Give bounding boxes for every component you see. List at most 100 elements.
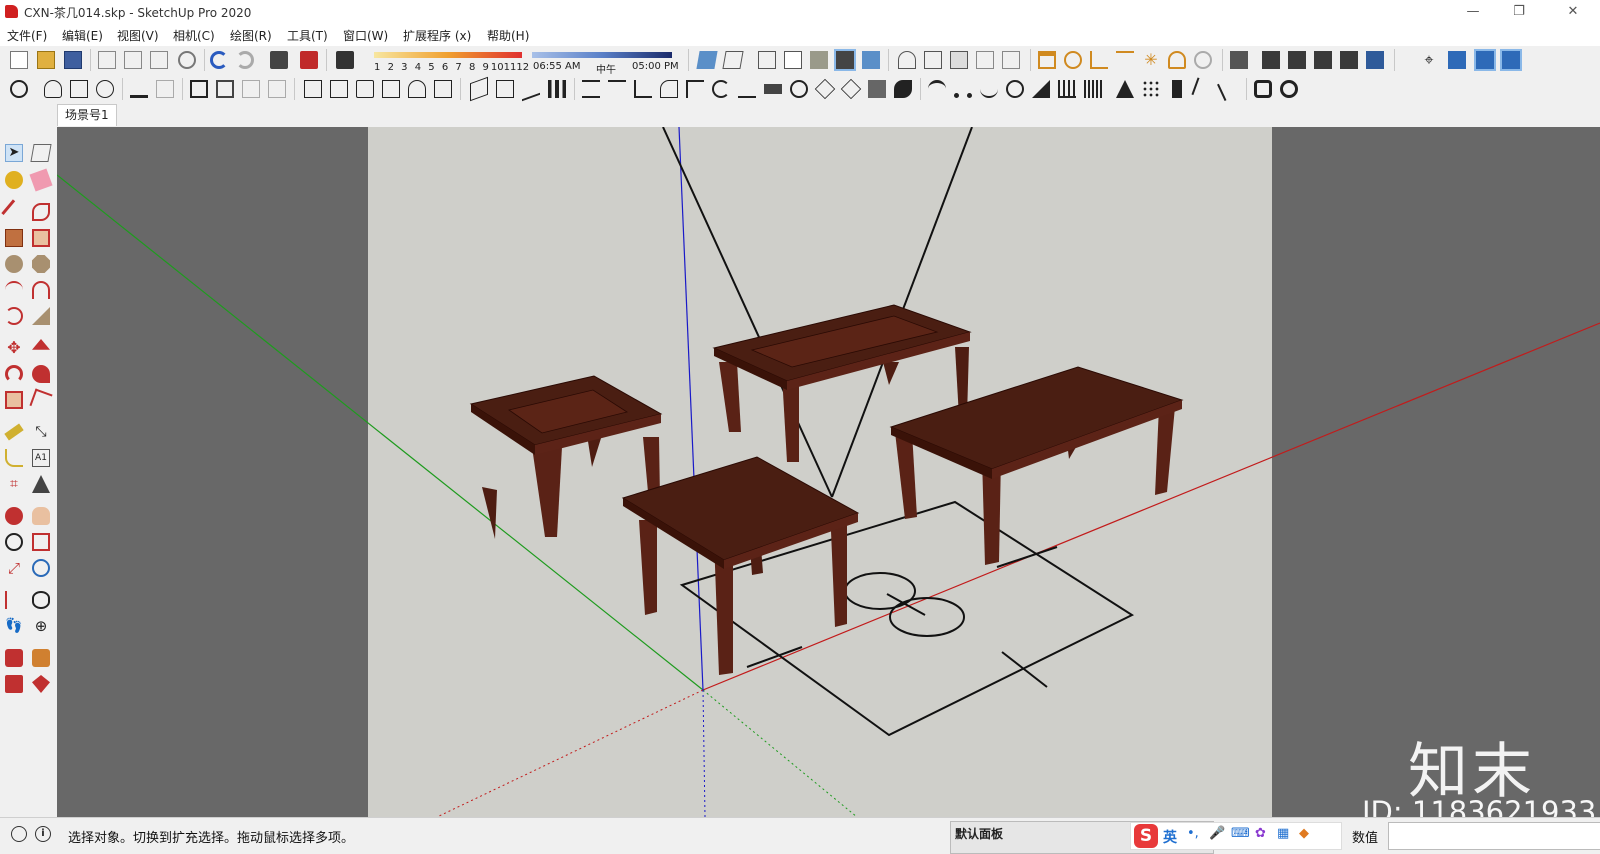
new-file-icon[interactable] bbox=[10, 51, 28, 69]
two-point-arc-icon[interactable] bbox=[32, 281, 50, 299]
minimize-button[interactable]: — bbox=[1450, 0, 1496, 24]
teapot-icon[interactable] bbox=[44, 80, 62, 98]
book-icon[interactable] bbox=[330, 80, 348, 98]
diamond-stack-icon[interactable] bbox=[840, 78, 862, 100]
pie-icon[interactable] bbox=[32, 307, 50, 325]
maximize-button[interactable]: ❐ bbox=[1496, 0, 1542, 24]
cloud-icon[interactable] bbox=[96, 80, 114, 98]
comb-icon[interactable] bbox=[1058, 80, 1076, 98]
geolocation-icon[interactable] bbox=[11, 826, 27, 842]
zoom-window-icon[interactable] bbox=[32, 533, 50, 551]
eraser-icon[interactable] bbox=[29, 168, 53, 192]
align-icon[interactable] bbox=[582, 80, 600, 98]
stair-icon[interactable] bbox=[470, 76, 488, 102]
copy-icon[interactable] bbox=[124, 51, 142, 69]
redo-icon[interactable] bbox=[236, 51, 254, 69]
menu-camera[interactable]: 相机(C) bbox=[173, 27, 215, 44]
dimension-tool-icon[interactable]: ⤡ bbox=[32, 423, 50, 441]
erase-icon[interactable] bbox=[178, 51, 196, 69]
sandbox-from-scratch-icon[interactable] bbox=[924, 51, 942, 69]
rectangle-icon[interactable] bbox=[5, 229, 23, 247]
hand-icon[interactable] bbox=[70, 80, 88, 98]
opening-icon[interactable] bbox=[242, 80, 260, 98]
arc-icon[interactable] bbox=[5, 281, 23, 299]
diamond-icon[interactable] bbox=[814, 78, 836, 100]
menu-tools[interactable]: 工具(T) bbox=[287, 27, 328, 44]
look-around-icon[interactable] bbox=[32, 591, 50, 609]
freehand-icon[interactable] bbox=[32, 203, 50, 221]
xray-style-icon[interactable] bbox=[696, 51, 718, 69]
iso-view-icon[interactable] bbox=[1262, 51, 1280, 69]
scale-tool-icon[interactable] bbox=[5, 391, 23, 409]
ime-language-toggle[interactable]: 英 bbox=[1163, 827, 1177, 847]
polygon-icon[interactable] bbox=[32, 255, 50, 273]
line-split-icon[interactable] bbox=[608, 80, 626, 98]
pan-icon[interactable] bbox=[32, 507, 50, 525]
shadow-month-slider[interactable] bbox=[374, 52, 522, 58]
warehouse-icon[interactable] bbox=[1168, 51, 1186, 69]
circle-tool-icon[interactable] bbox=[1064, 51, 1082, 69]
ceiling-icon[interactable] bbox=[156, 80, 174, 98]
floor-icon[interactable] bbox=[130, 80, 148, 98]
monochrome-icon[interactable] bbox=[862, 51, 880, 69]
menu-extensions[interactable]: 扩展程序 (x) bbox=[403, 27, 471, 44]
extension-warehouse-icon[interactable] bbox=[32, 649, 50, 667]
walk-icon[interactable]: 👣 bbox=[5, 617, 23, 635]
tape-measure-icon[interactable] bbox=[4, 423, 24, 441]
brush-icon[interactable] bbox=[1217, 77, 1241, 101]
shadows-toggle-icon[interactable] bbox=[336, 51, 354, 69]
front-view-icon[interactable] bbox=[1314, 51, 1332, 69]
toolbox-icon[interactable]: ▦ bbox=[1277, 826, 1289, 841]
3d-text-icon[interactable] bbox=[32, 475, 50, 493]
shadow-time-slider[interactable] bbox=[532, 52, 672, 58]
roof-icon[interactable] bbox=[408, 80, 426, 98]
extrude-icon[interactable] bbox=[868, 80, 886, 98]
shaded-textures-icon[interactable] bbox=[834, 49, 856, 71]
bar-steps-icon[interactable] bbox=[548, 80, 566, 98]
menu-file[interactable]: 文件(F) bbox=[7, 27, 47, 44]
box-icon[interactable] bbox=[304, 80, 322, 98]
extension-store-icon[interactable] bbox=[1194, 51, 1212, 69]
send-to-layout-icon[interactable] bbox=[5, 675, 23, 693]
two-point-perspective-icon[interactable] bbox=[1500, 49, 1522, 71]
right-view-icon[interactable] bbox=[1340, 51, 1358, 69]
select-tool-icon[interactable]: ➤ bbox=[5, 144, 23, 162]
chain-icon[interactable] bbox=[954, 80, 972, 98]
fillet-icon[interactable] bbox=[634, 80, 652, 98]
skin-icon[interactable]: ✿ bbox=[1255, 826, 1266, 841]
ime-more-icon[interactable]: ◆ bbox=[1299, 826, 1309, 841]
garage-icon[interactable] bbox=[434, 80, 452, 98]
drape-icon[interactable] bbox=[1002, 51, 1020, 69]
three-point-arc-icon[interactable] bbox=[5, 307, 23, 325]
offset-tool-icon[interactable] bbox=[29, 388, 53, 412]
hidden-line-icon[interactable] bbox=[784, 51, 802, 69]
perspective-icon[interactable] bbox=[1474, 49, 1496, 71]
warehouse-tool-icon[interactable] bbox=[5, 649, 23, 667]
scene-tab-1[interactable]: 场景号1 bbox=[57, 104, 117, 126]
save-icon[interactable] bbox=[64, 51, 82, 69]
arc-corner-icon[interactable] bbox=[660, 80, 678, 98]
slope-icon[interactable] bbox=[1032, 80, 1050, 98]
zoom-extents-icon[interactable]: ⤢ bbox=[5, 559, 23, 577]
position-camera-icon[interactable]: ⌖ bbox=[1420, 51, 1438, 69]
sandbox-from-contours-icon[interactable] bbox=[898, 51, 916, 69]
paint-bucket-icon[interactable] bbox=[5, 171, 23, 189]
keyboard-icon[interactable]: ⌨ bbox=[1231, 826, 1250, 841]
triangle-icon[interactable] bbox=[1116, 80, 1134, 98]
layer-icon[interactable] bbox=[1230, 51, 1248, 69]
make-component-icon[interactable] bbox=[30, 144, 52, 162]
push-pull-icon[interactable] bbox=[32, 339, 50, 350]
extend-icon[interactable] bbox=[686, 80, 704, 98]
render-settings-icon[interactable] bbox=[1280, 80, 1298, 98]
menu-help[interactable]: 帮助(H) bbox=[487, 27, 529, 44]
zoom-icon[interactable] bbox=[5, 533, 23, 551]
move-tool-icon[interactable]: ✥ bbox=[5, 339, 23, 357]
open-file-icon[interactable] bbox=[37, 51, 55, 69]
back-edges-icon[interactable] bbox=[722, 51, 744, 69]
paste-icon[interactable] bbox=[150, 51, 168, 69]
model-info-icon[interactable] bbox=[300, 51, 318, 69]
smoove-icon[interactable] bbox=[950, 51, 968, 69]
follow-me-icon[interactable] bbox=[32, 365, 50, 383]
menu-window[interactable]: 窗口(W) bbox=[343, 27, 388, 44]
plate-icon[interactable] bbox=[764, 84, 782, 94]
